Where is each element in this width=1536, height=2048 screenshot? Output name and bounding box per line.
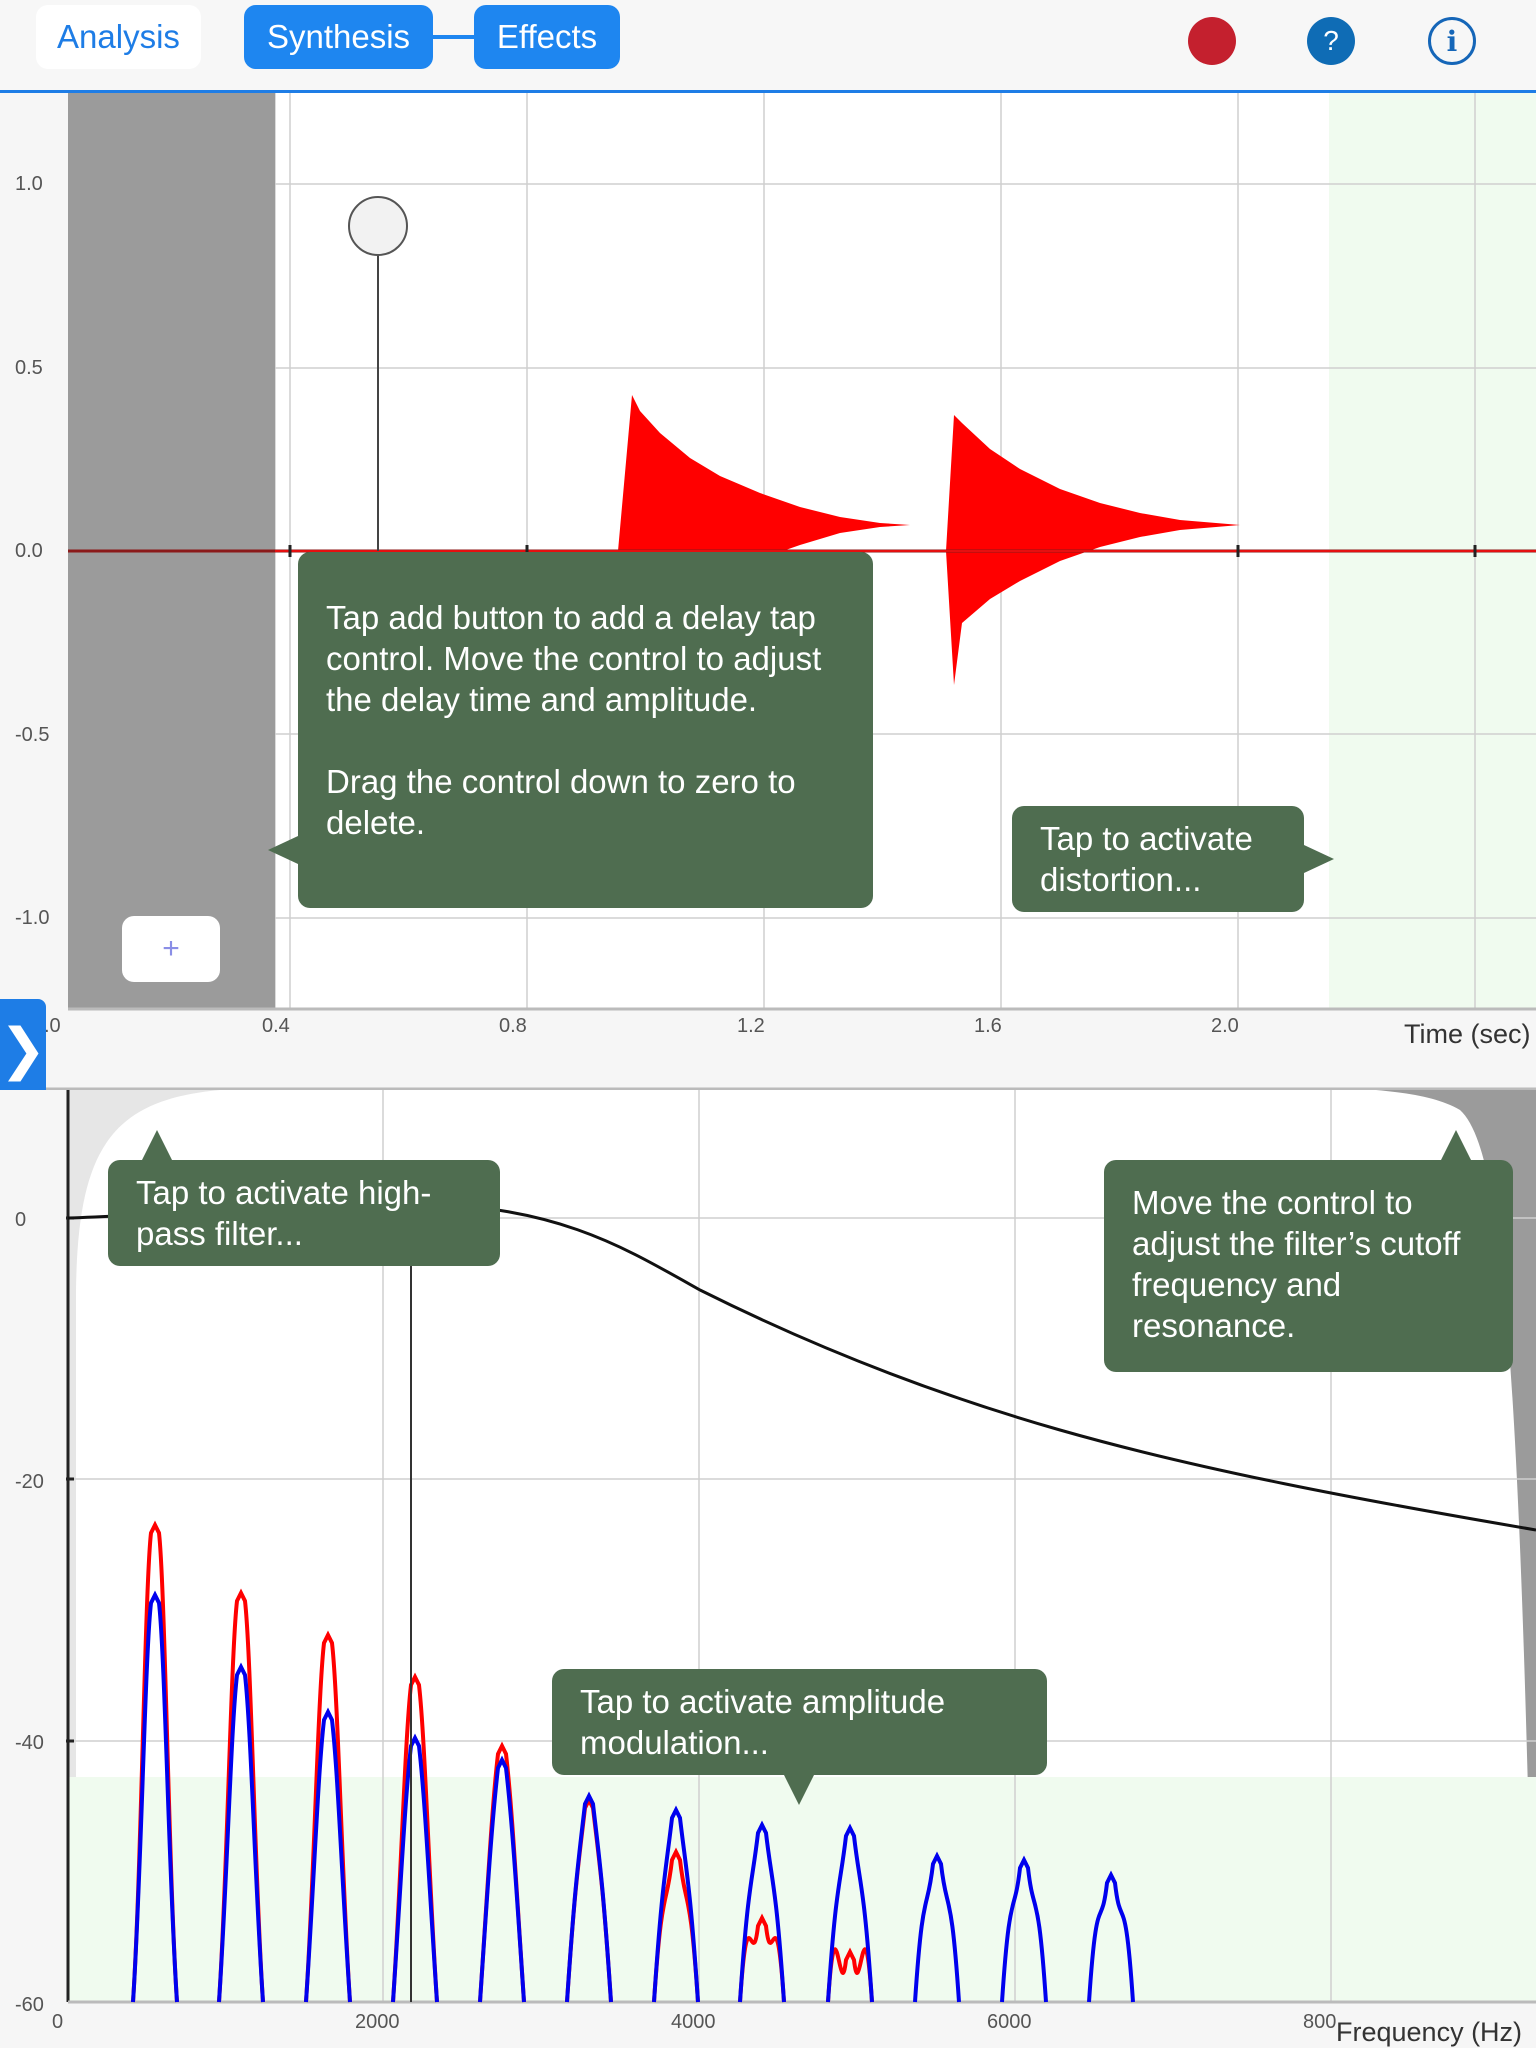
time-x-tick: 1.2 bbox=[737, 1015, 765, 1037]
time-y-tick: -1.0 bbox=[15, 907, 49, 929]
freq-y-tick: -60 bbox=[15, 1994, 44, 2016]
top-bar: Analysis Synthesis Effects ? i bbox=[0, 0, 1536, 93]
info-icon[interactable]: i bbox=[1428, 17, 1476, 65]
tab-analysis[interactable]: Analysis bbox=[36, 5, 201, 69]
tab-effects[interactable]: Effects bbox=[474, 5, 620, 69]
freq-x-tick: 4000 bbox=[671, 2011, 716, 2033]
freq-x-tick: 800 bbox=[1303, 2011, 1336, 2033]
delay-tip-arrow bbox=[268, 836, 298, 864]
time-x-tick: 0.8 bbox=[499, 1015, 527, 1037]
cutoff-tip[interactable]: Move the control to adjust the filter’s … bbox=[1104, 1160, 1513, 1372]
time-x-tick: 2.0 bbox=[1211, 1015, 1239, 1037]
freq-y-tick: -20 bbox=[15, 1471, 44, 1493]
time-x-tick: 0.4 bbox=[262, 1015, 290, 1037]
time-axis-label: Time (sec) bbox=[1404, 1019, 1531, 1049]
record-button[interactable] bbox=[1188, 17, 1236, 65]
add-delay-tap-button[interactable]: + bbox=[122, 916, 220, 982]
am-zone[interactable] bbox=[68, 1777, 1536, 2002]
time-x-tick: 1.6 bbox=[974, 1015, 1002, 1037]
freq-x-tick: 6000 bbox=[987, 2011, 1032, 2033]
tab-connector bbox=[433, 35, 474, 39]
tab-synthesis[interactable]: Synthesis bbox=[244, 5, 433, 69]
freq-y-tick: -40 bbox=[15, 1732, 44, 1754]
freq-y-tick: 0 bbox=[15, 1209, 26, 1231]
highpass-tip[interactable]: Tap to activate high-pass filter... bbox=[108, 1160, 500, 1266]
frequency-domain-panel[interactable]: 0 -20 -40 -60 0 2000 4000 6000 800 Frequ… bbox=[0, 1090, 1536, 2048]
distortion-tip-arrow bbox=[1304, 845, 1334, 873]
time-y-tick: -0.5 bbox=[15, 724, 49, 746]
highpass-tip-arrow bbox=[142, 1130, 172, 1160]
freq-x-tick: 2000 bbox=[355, 2011, 400, 2033]
time-y-tick: 0.5 bbox=[15, 357, 43, 379]
freq-x-tick: 0 bbox=[52, 2011, 63, 2033]
am-tip[interactable]: Tap to activate amplitude modulation... bbox=[552, 1669, 1047, 1775]
freq-axis-label: Frequency (Hz) bbox=[1336, 2017, 1522, 2047]
cutoff-tip-arrow bbox=[1441, 1130, 1471, 1160]
am-tip-arrow bbox=[784, 1775, 814, 1805]
time-y-tick: 0.0 bbox=[15, 540, 43, 562]
side-panel-toggle[interactable]: ❯ bbox=[0, 999, 46, 1099]
distortion-tip[interactable]: Tap to activate distortion... bbox=[1012, 806, 1304, 912]
time-domain-panel[interactable]: 1.0 0.5 0.0 -0.5 -1.0 .0 0.4 0.8 1.2 1.6… bbox=[0, 93, 1536, 1090]
time-y-tick: 1.0 bbox=[15, 173, 43, 195]
delay-tap-handle[interactable] bbox=[348, 196, 408, 256]
help-icon[interactable]: ? bbox=[1307, 17, 1355, 65]
time-x-tick: .0 bbox=[44, 1015, 61, 1037]
delay-tip[interactable]: Tap add button to add a delay tap contro… bbox=[298, 552, 873, 908]
